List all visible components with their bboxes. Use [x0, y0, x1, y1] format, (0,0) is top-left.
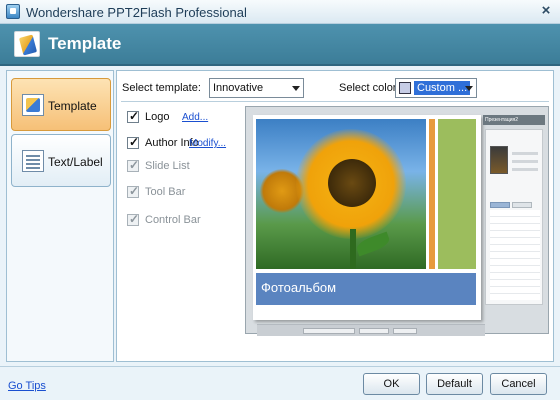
title-bar: Wondershare PPT2Flash Professional × [0, 0, 560, 24]
sidebar-item-label: Template [48, 99, 97, 113]
control-bar-option: Control Bar [127, 212, 237, 228]
control-bar-label: Control Bar [145, 214, 201, 226]
slide-caption: Фотоальбом [261, 280, 337, 295]
sunflower-image [256, 119, 426, 269]
logo-checkbox[interactable] [127, 109, 139, 123]
app-icon [6, 4, 20, 19]
color-dropdown-value: Custom ... [414, 81, 471, 95]
ok-button[interactable]: OK [363, 373, 420, 395]
tool-bar-label: Tool Bar [145, 186, 186, 198]
slide-list-label: Slide List [145, 160, 190, 172]
divider [0, 366, 560, 367]
sidebar-item-text-label[interactable]: Text/Label [11, 134, 111, 187]
slide-list [490, 210, 540, 300]
tool-bar-checkbox [127, 184, 139, 198]
thumbnail-header: Презентация2 [483, 115, 545, 125]
side-panel [438, 119, 476, 269]
text-label-icon [22, 150, 44, 172]
author-info-checkbox[interactable] [127, 135, 139, 149]
select-template-label: Select template: [122, 82, 201, 94]
slide-list-checkbox [127, 158, 139, 172]
window-title: Wondershare PPT2Flash Professional [26, 5, 247, 20]
page-title: Template [48, 34, 122, 53]
player-control-bar [257, 324, 485, 336]
close-icon[interactable]: × [538, 2, 554, 20]
color-swatch [399, 82, 411, 94]
logo-add-link[interactable]: Add... [182, 112, 208, 123]
sidebar-item-label: Text/Label [48, 155, 103, 169]
default-button[interactable]: Default [426, 373, 483, 395]
template-dropdown-value: Innovative [213, 82, 264, 94]
header-banner: Template [0, 24, 560, 66]
author-photo [490, 146, 508, 174]
thumbnail-card [485, 129, 543, 305]
control-bar-checkbox [127, 212, 139, 226]
accent-bar [429, 119, 435, 269]
template-icon [14, 31, 40, 57]
template-preview: Фотоальбом Презентация2 [245, 106, 549, 336]
caption-bar: Фотоальбом [256, 273, 476, 305]
go-tips-link[interactable]: Go Tips [8, 380, 46, 392]
tool-bar-option: Tool Bar [127, 184, 237, 200]
main-panel: Select template: Innovative Select color… [116, 70, 554, 362]
select-color-label: Select color: [339, 82, 400, 94]
logo-label: Logo [145, 111, 170, 123]
template-icon [22, 94, 44, 116]
slide-list-option: Slide List [127, 158, 237, 174]
preview-slide: Фотоальбом [253, 115, 485, 336]
chevron-down-icon [292, 86, 300, 91]
chevron-down-icon [465, 86, 473, 91]
divider [121, 101, 549, 102]
thumbnail-panel: Презентация2 [483, 115, 545, 305]
author-info-modify-link[interactable]: Modify... [189, 138, 226, 149]
cancel-button[interactable]: Cancel [490, 373, 547, 395]
sidebar-item-template[interactable]: Template [11, 78, 111, 131]
color-dropdown[interactable]: Custom ... [395, 78, 477, 98]
sidebar: Template Text/Label [6, 70, 114, 362]
template-dropdown[interactable]: Innovative [209, 78, 304, 98]
